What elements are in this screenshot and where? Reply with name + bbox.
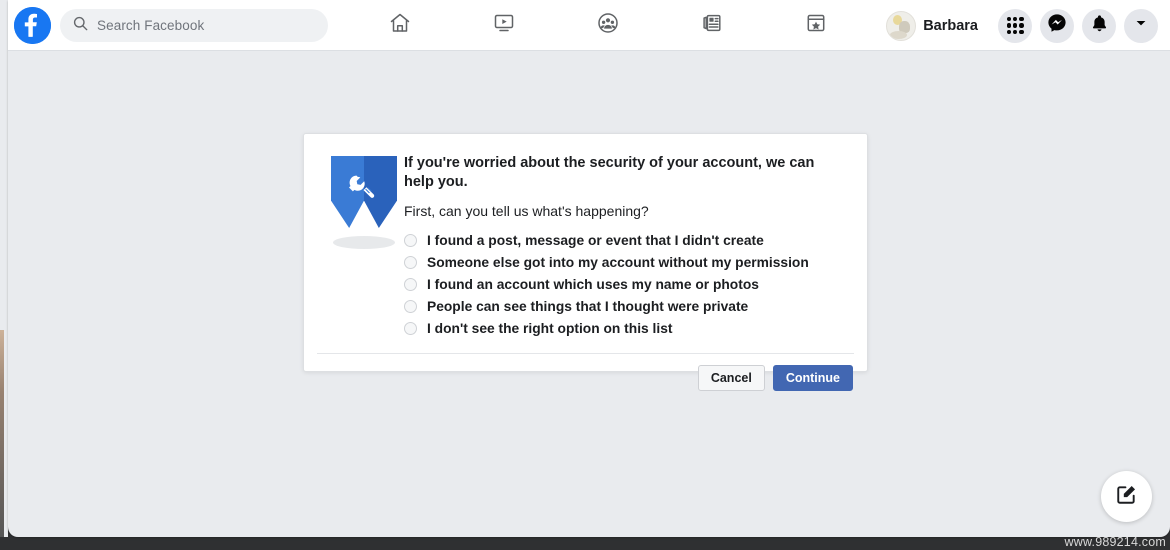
messenger-button[interactable] [1040,8,1074,43]
option-row[interactable]: I found a post, message or event that I … [404,230,847,252]
compose-fab-button[interactable] [1101,471,1152,522]
star-window-icon [804,11,828,40]
nav-icon-group [348,0,868,51]
radio-button[interactable] [404,278,417,292]
grid-dots-icon [1006,17,1024,34]
dialog-subtitle: First, can you tell us what's happening? [404,202,649,219]
option-label: People can see things that I thought wer… [427,299,749,315]
option-label: I found an account which uses my name or… [427,277,759,293]
home-icon [388,11,412,40]
option-label: Someone else got into my account without… [427,255,809,271]
account-dropdown-button[interactable] [1124,8,1158,43]
profile-chip[interactable]: Barbara [886,10,978,41]
groups-icon [596,11,620,40]
watermark-text: www.989214.com [1064,535,1166,549]
cancel-button[interactable]: Cancel [697,364,765,392]
topbar-right-cluster: Barbara [886,0,1158,51]
profile-name: Barbara [923,17,978,34]
newspaper-icon [700,11,724,40]
dialog-footer: Cancel Continue [304,354,867,392]
notifications-button[interactable] [1082,8,1116,43]
shield-wrench-icon [331,156,397,228]
avatar [886,10,917,41]
continue-button[interactable]: Continue [772,364,853,392]
dialog-title: If you're worried about the security of … [404,155,815,190]
nav-gaming[interactable] [764,0,868,51]
security-help-dialog: If you're worried about the security of … [303,133,868,392]
search-placeholder: Search Facebook [97,18,205,33]
dialog-content: If you're worried about the security of … [404,152,847,340]
nav-news[interactable] [660,0,764,51]
nav-home[interactable] [348,0,452,51]
browser-page: Search Facebook Barbara If you're worrie… [8,0,1170,537]
radio-button[interactable] [404,322,417,336]
illustration-shadow [333,236,395,249]
facebook-logo-icon[interactable] [14,7,51,44]
nav-watch[interactable] [452,0,556,51]
search-icon [73,16,88,36]
option-row[interactable]: I found an account which uses my name or… [404,274,847,296]
compose-edit-icon [1115,483,1138,511]
screen: Search Facebook Barbara If you're worrie… [0,0,1170,550]
menu-button[interactable] [998,8,1032,43]
radio-button[interactable] [404,256,417,270]
option-label: I found a post, message or event that I … [427,233,764,249]
search-input[interactable]: Search Facebook [60,9,328,42]
option-row[interactable]: People can see things that I thought wer… [404,296,847,318]
messenger-icon [1047,13,1067,38]
option-row[interactable]: Someone else got into my account without… [404,252,847,274]
option-list: I found a post, message or event that I … [404,230,847,340]
video-screen-icon [492,11,516,40]
option-row[interactable]: I don't see the right option on this lis… [404,318,847,340]
dialog-illustration [324,152,404,340]
radio-button[interactable] [404,300,417,314]
bell-icon [1090,14,1109,38]
page-left-edge-artifact [0,330,4,537]
facebook-top-navigation: Search Facebook Barbara [8,0,1170,51]
option-label: I don't see the right option on this lis… [427,321,673,337]
chevron-down-icon [1134,16,1148,35]
radio-button[interactable] [404,234,417,248]
dialog-body: If you're worried about the security of … [304,134,867,340]
nav-groups[interactable] [556,0,660,51]
